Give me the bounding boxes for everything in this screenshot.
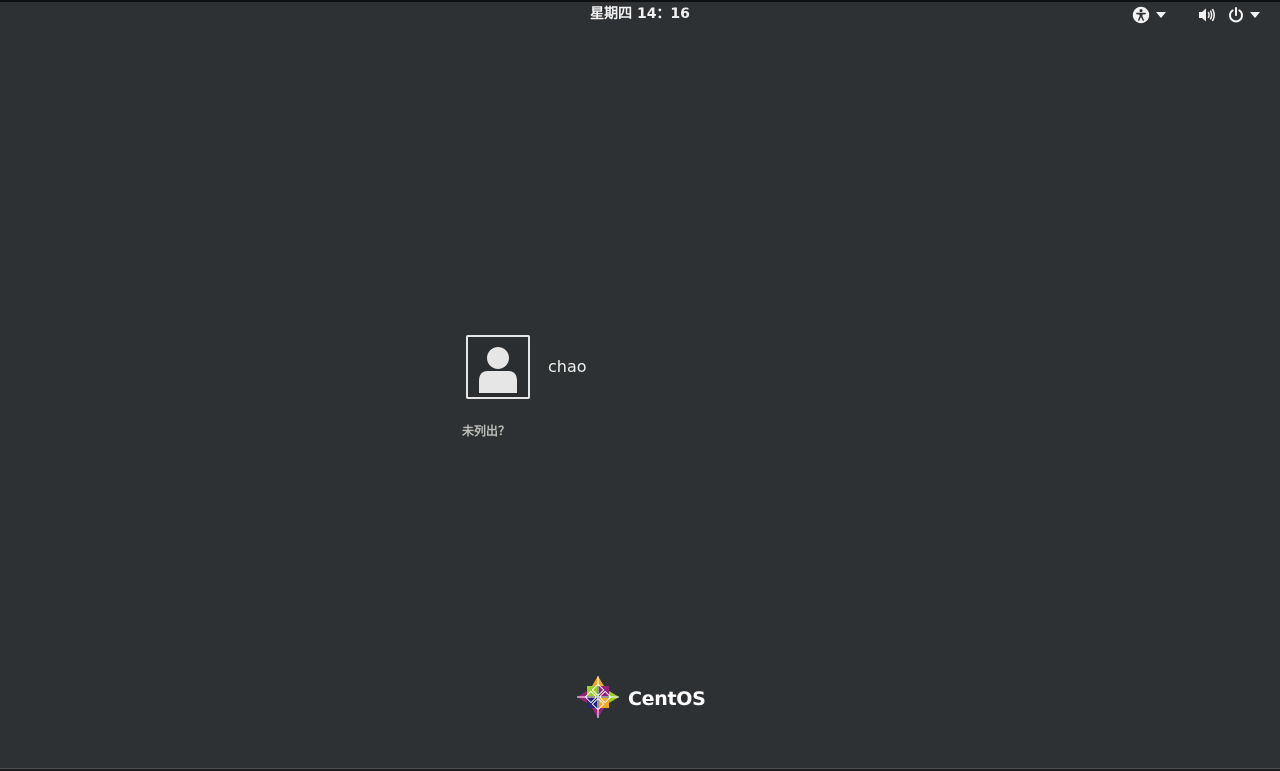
- accessibility-icon: [1132, 6, 1150, 24]
- top-bar-edge: [0, 0, 1280, 2]
- accessibility-menu[interactable]: [1132, 5, 1166, 25]
- distro-branding: CentOS: [576, 675, 706, 723]
- login-screen: 星期四 14：16 chao 未列出？ CentOS: [0, 0, 1280, 771]
- clock-container: 星期四 14：16: [0, 5, 1280, 23]
- user-avatar-icon: [466, 335, 530, 399]
- clock[interactable]: 星期四 14：16: [590, 6, 690, 22]
- top-bar: 星期四 14：16: [0, 0, 1280, 29]
- centos-logo-icon: [576, 675, 620, 723]
- distro-name: CentOS: [628, 688, 706, 710]
- power-icon: [1228, 7, 1244, 23]
- not-listed-link[interactable]: 未列出？: [462, 423, 510, 439]
- chevron-down-icon: [1156, 12, 1166, 18]
- user-name: chao: [548, 357, 587, 376]
- user-list-item[interactable]: chao: [466, 335, 587, 399]
- system-menu[interactable]: [1198, 5, 1260, 25]
- volume-icon: [1198, 7, 1216, 23]
- chevron-down-icon: [1250, 12, 1260, 18]
